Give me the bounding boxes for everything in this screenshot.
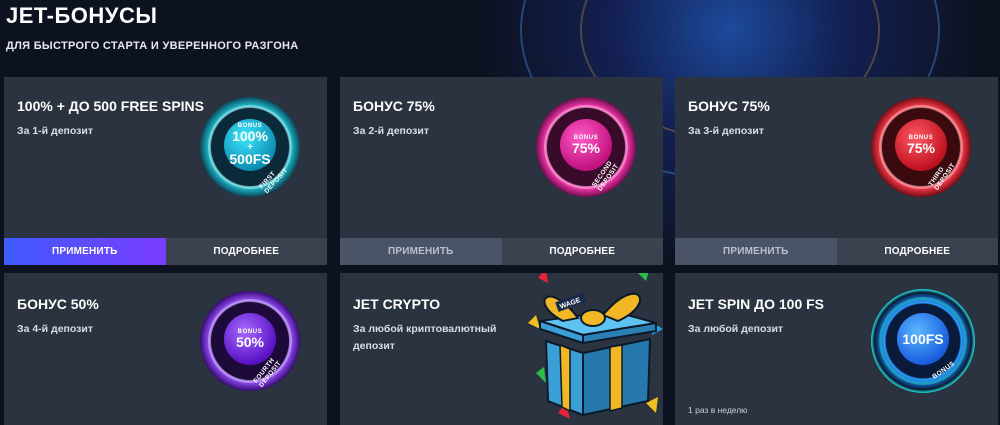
apply-button[interactable]: ПРИМЕНИТЬ	[340, 238, 502, 265]
bonus-card-jet-crypto: JET CRYPTO За любой криптовалютный депоз…	[340, 273, 663, 425]
badge-value: 75%	[571, 139, 601, 156]
card-description-line2: депозит	[353, 340, 395, 352]
card-title: 100% + ДО 500 FREE SPINS	[17, 98, 205, 114]
card-actions: ПРИМЕНИТЬ ПОДРОБНЕЕ	[4, 238, 327, 265]
badge-value: 50%	[235, 333, 265, 350]
card-description: За любой депозит	[688, 323, 784, 335]
card-title: JET CRYPTO	[353, 296, 441, 312]
bonus-card-second-deposit: БОНУС 75% За 2-й депозит BONUS 75% SECON…	[340, 77, 663, 265]
second-deposit-badge-icon: BONUS 75% SECOND DEPOSIT	[536, 97, 636, 197]
card-title: JET SPIN ДО 100 FS	[688, 296, 825, 312]
badge-value-line3: 500FS	[229, 151, 271, 167]
card-description: За 2-й депозит	[353, 125, 429, 137]
card-description-line1: За любой криптовалютный	[353, 323, 497, 335]
details-button[interactable]: ПОДРОБНЕЕ	[501, 238, 663, 265]
card-title: БОНУС 50%	[17, 296, 99, 312]
first-deposit-badge-icon: BONUS 100% + 500FS FIRST DEPOSIT	[200, 97, 300, 197]
card-actions: ПРИМЕНИТЬ ПОДРОБНЕЕ	[675, 238, 998, 265]
bonus-card-jet-spin: JET SPIN ДО 100 FS За любой депозит 1 ра…	[675, 273, 998, 425]
card-description: За 3-й депозит	[688, 125, 764, 137]
card-actions: ПРИМЕНИТЬ ПОДРОБНЕЕ	[340, 238, 663, 265]
details-button[interactable]: ПОДРОБНЕЕ	[165, 238, 327, 265]
details-button[interactable]: ПОДРОБНЕЕ	[836, 238, 998, 265]
card-title: БОНУС 75%	[688, 98, 770, 114]
card-note: 1 раз в неделю	[688, 405, 748, 415]
page-title: JET-БОНУСЫ	[6, 3, 158, 28]
badge-value: 75%	[906, 139, 936, 156]
bonus-card-first-deposit: 100% + ДО 500 FREE SPINS За 1-й депозит …	[4, 77, 327, 265]
card-title: БОНУС 75%	[353, 98, 435, 114]
card-description: За 4-й депозит	[17, 323, 93, 335]
card-description: За 1-й депозит	[17, 125, 93, 137]
fourth-deposit-badge-icon: BONUS 50% FOURTH DEPOSIT	[200, 291, 300, 391]
bonus-card-fourth-deposit: БОНУС 50% За 4-й депозит BONUS 50% FOURT…	[4, 273, 327, 425]
gift-box-icon: WAGE	[528, 273, 663, 419]
header: JET-БОНУСЫ ДЛЯ БЫСТРОГО СТАРТА И УВЕРЕНН…	[6, 2, 299, 52]
badge-value: 100FS	[902, 330, 944, 347]
apply-button[interactable]: ПРИМЕНИТЬ	[4, 238, 166, 265]
bonus-card-third-deposit: БОНУС 75% За 3-й депозит BONUS 75% THIRD…	[675, 77, 998, 265]
jet-spin-badge-icon: 100FS BONUS	[871, 289, 975, 393]
page-subtitle: ДЛЯ БЫСТРОГО СТАРТА И УВЕРЕННОГО РАЗГОНА	[6, 40, 299, 52]
third-deposit-badge-icon: BONUS 75% THIRD DEPOSIT	[871, 97, 971, 197]
apply-button[interactable]: ПРИМЕНИТЬ	[675, 238, 837, 265]
